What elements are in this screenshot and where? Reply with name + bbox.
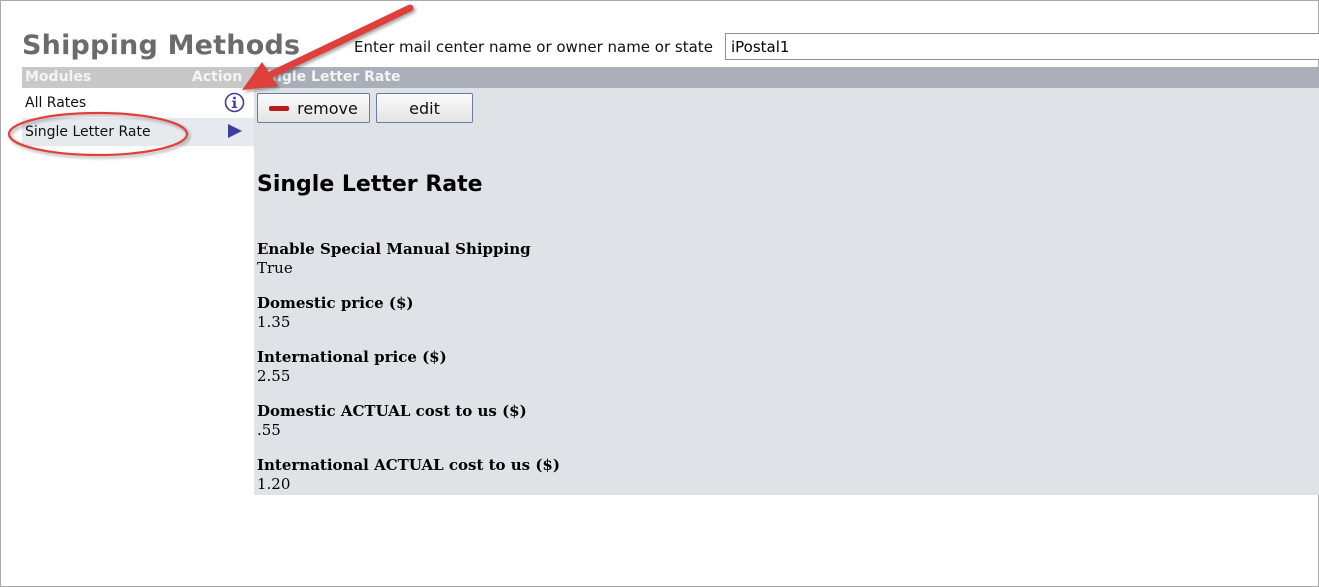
- field-label: Domestic price ($): [257, 294, 414, 312]
- field-value: 2.55: [257, 367, 291, 385]
- field-value: 1.35: [257, 313, 291, 331]
- field-enable-special-manual-shipping: Enable Special Manual Shipping True: [257, 240, 531, 277]
- edit-button[interactable]: edit: [376, 93, 473, 123]
- sidebar-item-single-letter-rate[interactable]: Single Letter Rate: [22, 118, 254, 146]
- minus-icon: [269, 105, 290, 111]
- action-column-header: Action: [192, 69, 243, 85]
- modules-column-header: Modules: [25, 69, 92, 85]
- field-domestic-price: Domestic price ($) 1.35: [257, 294, 413, 331]
- search-input[interactable]: [725, 33, 1319, 60]
- field-value: 1.20: [257, 475, 291, 493]
- field-label: Domestic ACTUAL cost to us ($): [257, 402, 527, 420]
- sidebar-header: Modules Action: [22, 67, 254, 88]
- play-icon[interactable]: [226, 122, 244, 140]
- search-label: Enter mail center name or owner name or …: [354, 38, 713, 56]
- detail-header: Single Letter Rate: [254, 67, 1319, 88]
- field-label: Enable Special Manual Shipping: [257, 240, 531, 258]
- remove-button[interactable]: remove: [257, 93, 370, 123]
- info-icon[interactable]: [224, 92, 245, 113]
- field-label: International ACTUAL cost to us ($): [257, 456, 560, 474]
- field-international-price: International price ($) 2.55: [257, 348, 447, 385]
- field-value: .55: [257, 421, 281, 439]
- remove-button-label: remove: [297, 98, 358, 118]
- field-domestic-actual-cost: Domestic ACTUAL cost to us ($) .55: [257, 402, 527, 439]
- detail-header-title: Single Letter Rate: [257, 69, 401, 85]
- field-value: True: [257, 259, 293, 277]
- page-title: Shipping Methods: [22, 30, 301, 61]
- sidebar-item-label: Single Letter Rate: [25, 124, 151, 140]
- section-title: Single Letter Rate: [257, 172, 483, 197]
- detail-panel: remove edit Single Letter Rate Enable Sp…: [254, 88, 1319, 495]
- sidebar-item-all-rates[interactable]: All Rates: [22, 89, 254, 117]
- field-label: International price ($): [257, 348, 447, 366]
- field-international-actual-cost: International ACTUAL cost to us ($) 1.20: [257, 456, 560, 493]
- sidebar-item-label: All Rates: [25, 95, 87, 111]
